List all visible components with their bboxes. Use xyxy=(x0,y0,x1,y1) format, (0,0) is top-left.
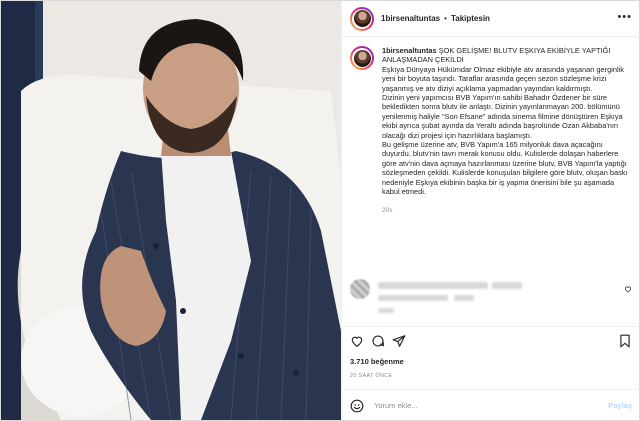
more-options-icon[interactable]: ••• xyxy=(617,12,632,23)
blurred-text xyxy=(378,282,488,289)
avatar-border xyxy=(352,48,372,68)
instagram-post: 1birsenaltuntas • Takiptesin ••• 1birsen… xyxy=(0,0,640,421)
post-comment-button[interactable]: Paylaş xyxy=(608,401,632,410)
post-date: 20 SAAT ÖNCE xyxy=(350,373,393,379)
blurred-comment xyxy=(350,279,632,317)
share-icon[interactable] xyxy=(392,334,406,348)
caption-avatar[interactable] xyxy=(350,46,374,70)
post-header: 1birsenaltuntas • Takiptesin ••• xyxy=(342,1,640,37)
photo-illustration xyxy=(1,1,341,420)
caption-paragraph: Dizinin yeni yapımcısı BVB Yapım'ın sahi… xyxy=(382,93,623,140)
like-count[interactable]: 3.710 beğenme xyxy=(350,357,404,366)
avatar-image xyxy=(353,10,371,27)
avatar-image xyxy=(353,49,371,67)
caption-paragraph: Bu gelişme üzerine atv, BVB Yapım'a 165 … xyxy=(382,140,628,197)
caption-time[interactable]: 20s xyxy=(382,206,632,215)
post-photo[interactable] xyxy=(1,1,341,420)
caption: 1birsenaltuntas ŞOK GELİŞME! BLUTV EŞKIY… xyxy=(350,46,632,215)
header-separator: • xyxy=(444,14,447,23)
heart-icon[interactable] xyxy=(350,334,364,348)
emoji-icon[interactable] xyxy=(350,399,364,413)
comment-heart-icon[interactable] xyxy=(624,285,632,293)
comment-bar: Paylaş xyxy=(342,389,640,420)
caption-paragraph: Eşkıya Dünyaya Hükümdar Olmaz ekibiyle a… xyxy=(382,64,624,93)
header-avatar[interactable] xyxy=(350,6,374,31)
follow-status[interactable]: Takiptesin xyxy=(451,14,490,23)
comment-icon[interactable] xyxy=(371,334,385,348)
blurred-avatar xyxy=(350,279,370,299)
avatar-border xyxy=(352,8,372,29)
comments-area[interactable]: 1birsenaltuntas ŞOK GELİŞME! BLUTV EŞKIY… xyxy=(342,38,640,325)
blurred-text xyxy=(454,295,474,301)
comment-input[interactable] xyxy=(374,398,594,413)
caption-body: 1birsenaltuntas ŞOK GELİŞME! BLUTV EŞKIY… xyxy=(382,46,632,215)
caption-username[interactable]: 1birsenaltuntas xyxy=(382,46,437,55)
blurred-text xyxy=(378,295,448,301)
blurred-text xyxy=(378,308,394,313)
blurred-text xyxy=(492,282,522,289)
bookmark-icon[interactable] xyxy=(618,334,632,348)
action-bar xyxy=(342,326,640,352)
header-username[interactable]: 1birsenaltuntas xyxy=(381,14,440,23)
post-side-panel: 1birsenaltuntas • Takiptesin ••• 1birsen… xyxy=(341,1,640,420)
